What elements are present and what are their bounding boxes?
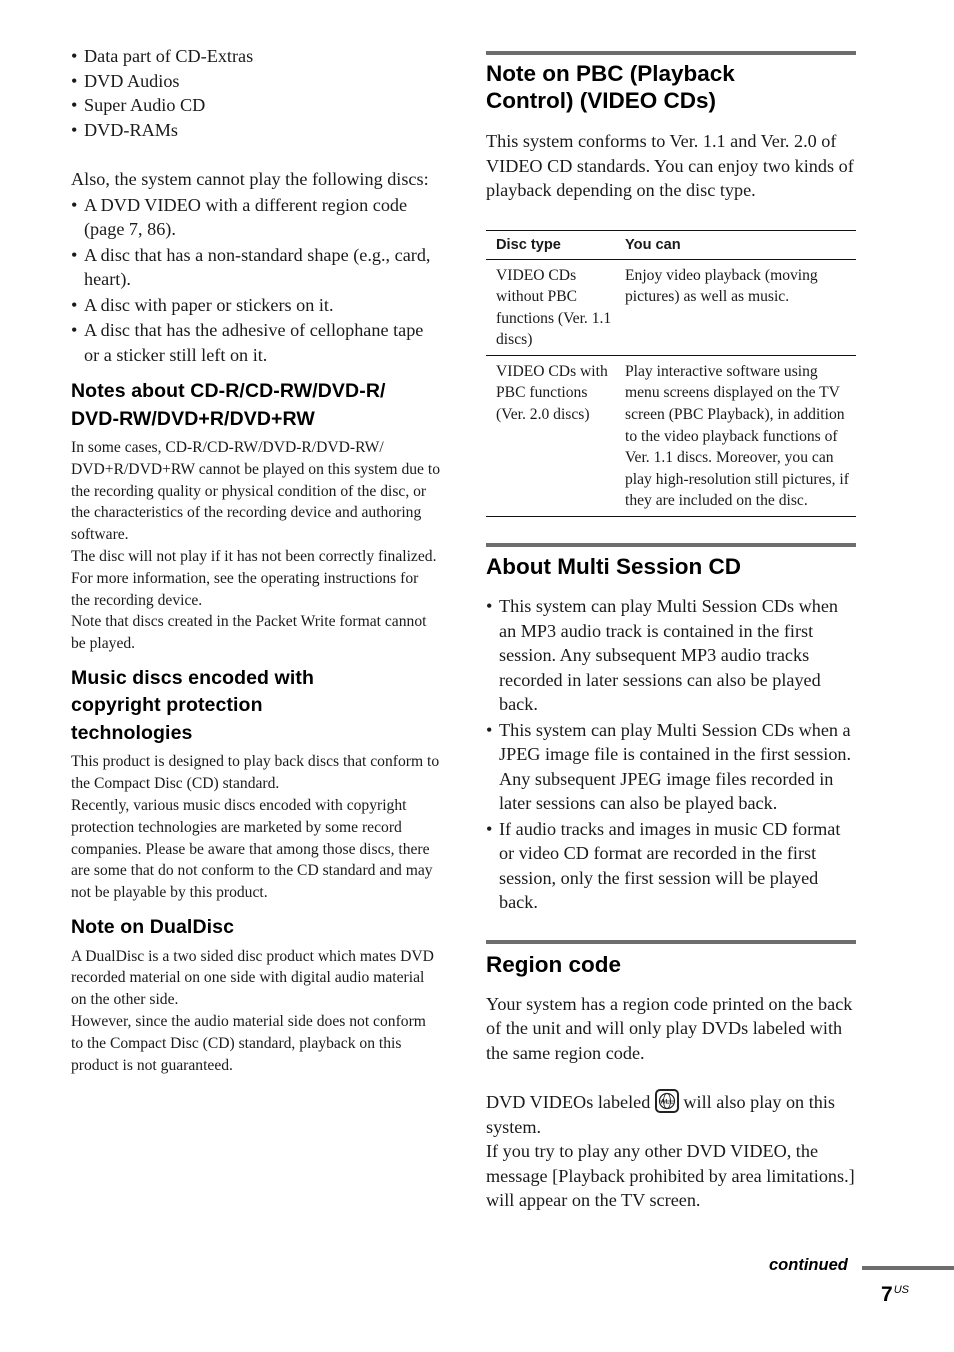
section-heading: Note on PBC (Playback Control) (VIDEO CD… [486,61,735,113]
right-column: Note on PBC (Playback Control) (VIDEO CD… [486,0,856,1213]
section-heading: Note on DualDisc [71,916,235,939]
list-item: A disc that has a non-standard shape (e.… [71,243,441,292]
section-multisession: About Multi Session CD This system can p… [486,543,856,915]
section-region-code: Region code Your system has a region cod… [486,939,856,1213]
paragraph: In some cases, CD-R/CD-RW/DVD-R/DVD-RW/ … [71,439,440,544]
section-heading: About Multi Session CD [486,554,741,580]
continued-label: continued [769,1256,848,1274]
list-item: This system can play Multi Session CDs w… [486,594,856,717]
page-number-value: 7 [881,1283,893,1306]
section-pbc: Note on PBC (Playback Control) (VIDEO CD… [486,51,856,518]
table-row: VIDEO CDs with PBC functions (Ver. 2.0 d… [486,355,856,518]
column-header-disc-type: Disc type [486,229,615,260]
list-item: This system can play Multi Session CDs w… [486,718,856,816]
section-rule [486,939,856,944]
left-column: Data part of CD-Extras DVD Audios Super … [71,0,441,1076]
section-rule [486,51,856,55]
list-item: A DVD VIDEO with a different region code… [71,193,441,242]
unplayable-formats-list: Data part of CD-Extras DVD Audios Super … [71,44,441,142]
table-header-row: Disc type You can [486,229,856,260]
list-item: Super Audio CD [71,93,441,118]
section-cdr-notes: Notes about CD-R/CD-RW/DVD-R/ DVD-RW/DVD… [71,378,441,655]
region-all-label: ALL [661,1099,674,1106]
section-dualdisc: Note on DualDisc A DualDisc is a two sid… [71,914,441,1076]
you-can-cell: Enjoy video playback (moving pictures) a… [615,259,856,356]
you-can-cell: Play interactive software using menu scr… [615,355,856,518]
page-number: 7US [881,1283,909,1307]
list-item: Data part of CD-Extras [71,44,441,69]
table-row: VIDEO CDs without PBC functions (Ver. 1.… [486,259,856,356]
list-item: A disc with paper or stickers on it. [71,293,441,318]
disc-type-cell: VIDEO CDs without PBC functions (Ver. 1.… [486,259,615,356]
list-item: If audio tracks and images in music CD f… [486,817,856,915]
continued-rule [862,1266,954,1270]
column-header-you-can: You can [615,229,856,260]
section-heading: Notes about CD-R/CD-RW/DVD-R/ DVD-RW/DVD… [71,380,386,430]
region-para-2: DVD VIDEOs labeled ALL will also play on… [486,1089,856,1139]
paragraph: This product is designed to play back di… [71,753,440,793]
list-item: DVD-RAMs [71,118,441,143]
region-para-1: Your system has a region code printed on… [486,993,853,1063]
cannot-play-list: A DVD VIDEO with a different region code… [71,193,441,368]
section-heading: Music discs encoded with copyright prote… [71,666,314,744]
section-rule [486,543,856,548]
region-para-2-before: DVD VIDEOs labeled [486,1092,651,1113]
paragraph: The disc will not play if it has not bee… [71,547,437,609]
list-item: DVD Audios [71,69,441,94]
paragraph: Note that discs created in the Packet Wr… [71,613,427,653]
pbc-table: Disc type You can VIDEO CDs without PBC … [486,229,856,518]
list-item: A disc that has the adhesive of cellopha… [71,318,441,367]
page-region-suffix: US [893,1284,909,1296]
also-intro: Also, the system cannot play the followi… [71,169,429,189]
region-para-3: If you try to play any other DVD VIDEO, … [486,1141,855,1211]
paragraph: However, since the audio material side d… [71,1012,426,1074]
paragraph: Recently, various music discs encoded wi… [71,797,433,902]
paragraph: A DualDisc is a two sided disc product w… [71,947,434,1009]
multisession-items: This system can play Multi Session CDs w… [486,594,856,915]
pbc-intro: This system conforms to Ver. 1.1 and Ver… [486,131,854,200]
section-heading: Region code [486,951,622,977]
section-copyright-protection: Music discs encoded with copyright prote… [71,665,441,904]
region-all-icon: ALL [654,1089,679,1114]
disc-type-cell: VIDEO CDs with PBC functions (Ver. 2.0 d… [486,355,615,518]
